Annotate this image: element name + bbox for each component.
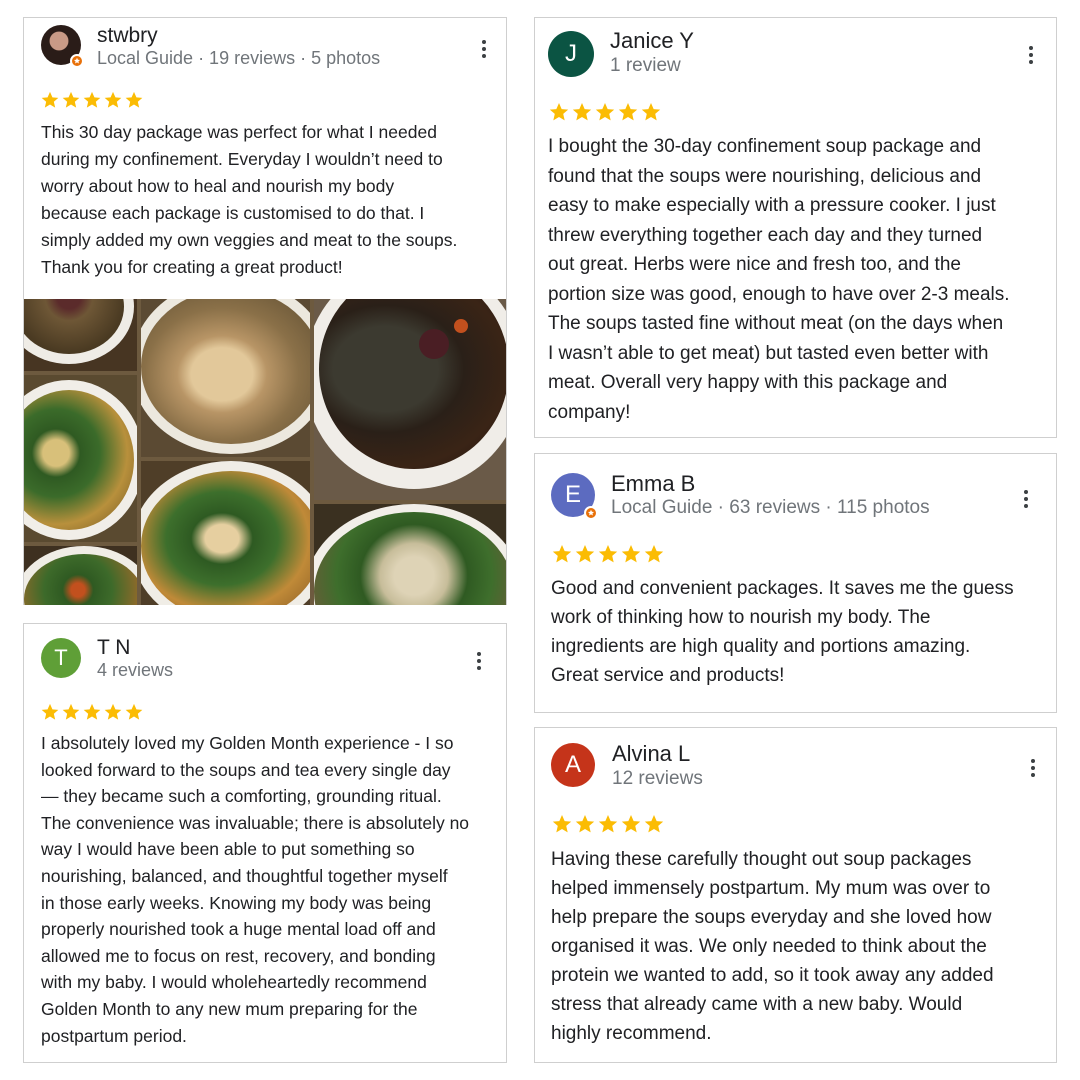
star-icon <box>597 543 619 565</box>
star-icon <box>574 543 596 565</box>
star-icon <box>620 813 642 835</box>
star-icon <box>620 543 642 565</box>
more-options-icon[interactable] <box>474 650 484 672</box>
avatar-letter: E <box>564 481 581 508</box>
avatar-stwbry[interactable] <box>41 25 84 68</box>
reviewer-meta: Local Guide · 19 reviews · 5 photos <box>97 48 381 68</box>
review-text: Having these carefully thought out soup … <box>551 849 994 1044</box>
more-options-icon[interactable] <box>1026 44 1036 66</box>
review-photo[interactable] <box>141 299 310 457</box>
review-text: I bought the 30-day confinement soup pac… <box>548 136 1010 423</box>
reviewer-meta: 4 reviews <box>97 660 174 680</box>
star-icon <box>124 90 144 110</box>
reviewer-name[interactable]: Alvina L <box>612 741 690 767</box>
review-card-alvina-l: A Alvina L 12 reviews Having these caref… <box>534 727 1057 1063</box>
star-icon <box>103 90 123 110</box>
star-icon <box>40 90 60 110</box>
star-icon <box>82 702 102 722</box>
star-icon <box>61 90 81 110</box>
star-icon <box>640 101 662 123</box>
reviewer-meta: 12 reviews <box>612 768 703 789</box>
star-icon <box>548 101 570 123</box>
review-card-stwbry: stwbry Local Guide · 19 reviews · 5 phot… <box>23 17 507 605</box>
local-guide-badge-icon <box>584 506 598 520</box>
review-photo[interactable] <box>314 504 506 605</box>
star-rating <box>40 90 144 110</box>
reviewer-name[interactable]: T N <box>97 636 130 660</box>
avatar-t-n[interactable]: T <box>41 638 81 678</box>
avatar-letter: J <box>565 40 577 67</box>
reviewer-meta: Local Guide · 63 reviews · 115 photos <box>611 497 930 518</box>
star-icon <box>597 813 619 835</box>
more-options-icon[interactable] <box>1021 488 1031 510</box>
review-text: Good and convenient packages. It saves m… <box>551 578 1014 686</box>
star-icon <box>594 101 616 123</box>
avatar-letter: T <box>54 645 68 670</box>
reviewer-name[interactable]: Janice Y <box>610 28 694 54</box>
star-rating <box>551 813 665 835</box>
review-photo[interactable] <box>141 461 310 605</box>
review-photo[interactable] <box>24 299 137 371</box>
star-icon <box>551 813 573 835</box>
star-rating <box>551 543 665 565</box>
star-icon <box>551 543 573 565</box>
review-photo[interactable] <box>24 546 137 605</box>
review-card-janice-y: J Janice Y 1 review I bought the 30-day … <box>534 17 1057 438</box>
review-text: This 30 day package was perfect for what… <box>41 122 458 277</box>
star-icon <box>82 90 102 110</box>
review-photo-collage[interactable] <box>24 299 506 605</box>
more-options-icon[interactable] <box>479 38 489 60</box>
star-icon <box>643 813 665 835</box>
review-text: I absolutely loved my Golden Month exper… <box>41 733 470 1046</box>
review-photo[interactable] <box>314 299 506 500</box>
avatar-janice-y[interactable]: J <box>548 31 594 77</box>
reviewer-meta: 1 review <box>610 55 681 76</box>
review-card-t-n: T T N 4 reviews I absolutely loved my Go… <box>23 623 507 1063</box>
avatar-alvina-l[interactable]: A <box>551 743 595 787</box>
star-rating <box>548 101 662 123</box>
more-options-icon[interactable] <box>1028 757 1038 779</box>
star-rating <box>40 702 144 722</box>
reviewer-name[interactable]: stwbry <box>97 24 158 48</box>
star-icon <box>574 813 596 835</box>
star-icon <box>61 702 81 722</box>
local-guide-badge-icon <box>70 54 84 68</box>
star-icon <box>103 702 123 722</box>
avatar-letter: A <box>564 751 581 778</box>
avatar-emma-b[interactable]: E <box>551 473 598 520</box>
review-photo[interactable] <box>24 375 137 542</box>
star-icon <box>617 101 639 123</box>
review-card-emma-b: E Emma B Local Guide · 63 reviews · 115 … <box>534 453 1057 713</box>
reviewer-name[interactable]: Emma B <box>611 471 695 497</box>
star-icon <box>571 101 593 123</box>
star-icon <box>643 543 665 565</box>
star-icon <box>40 702 60 722</box>
star-icon <box>124 702 144 722</box>
